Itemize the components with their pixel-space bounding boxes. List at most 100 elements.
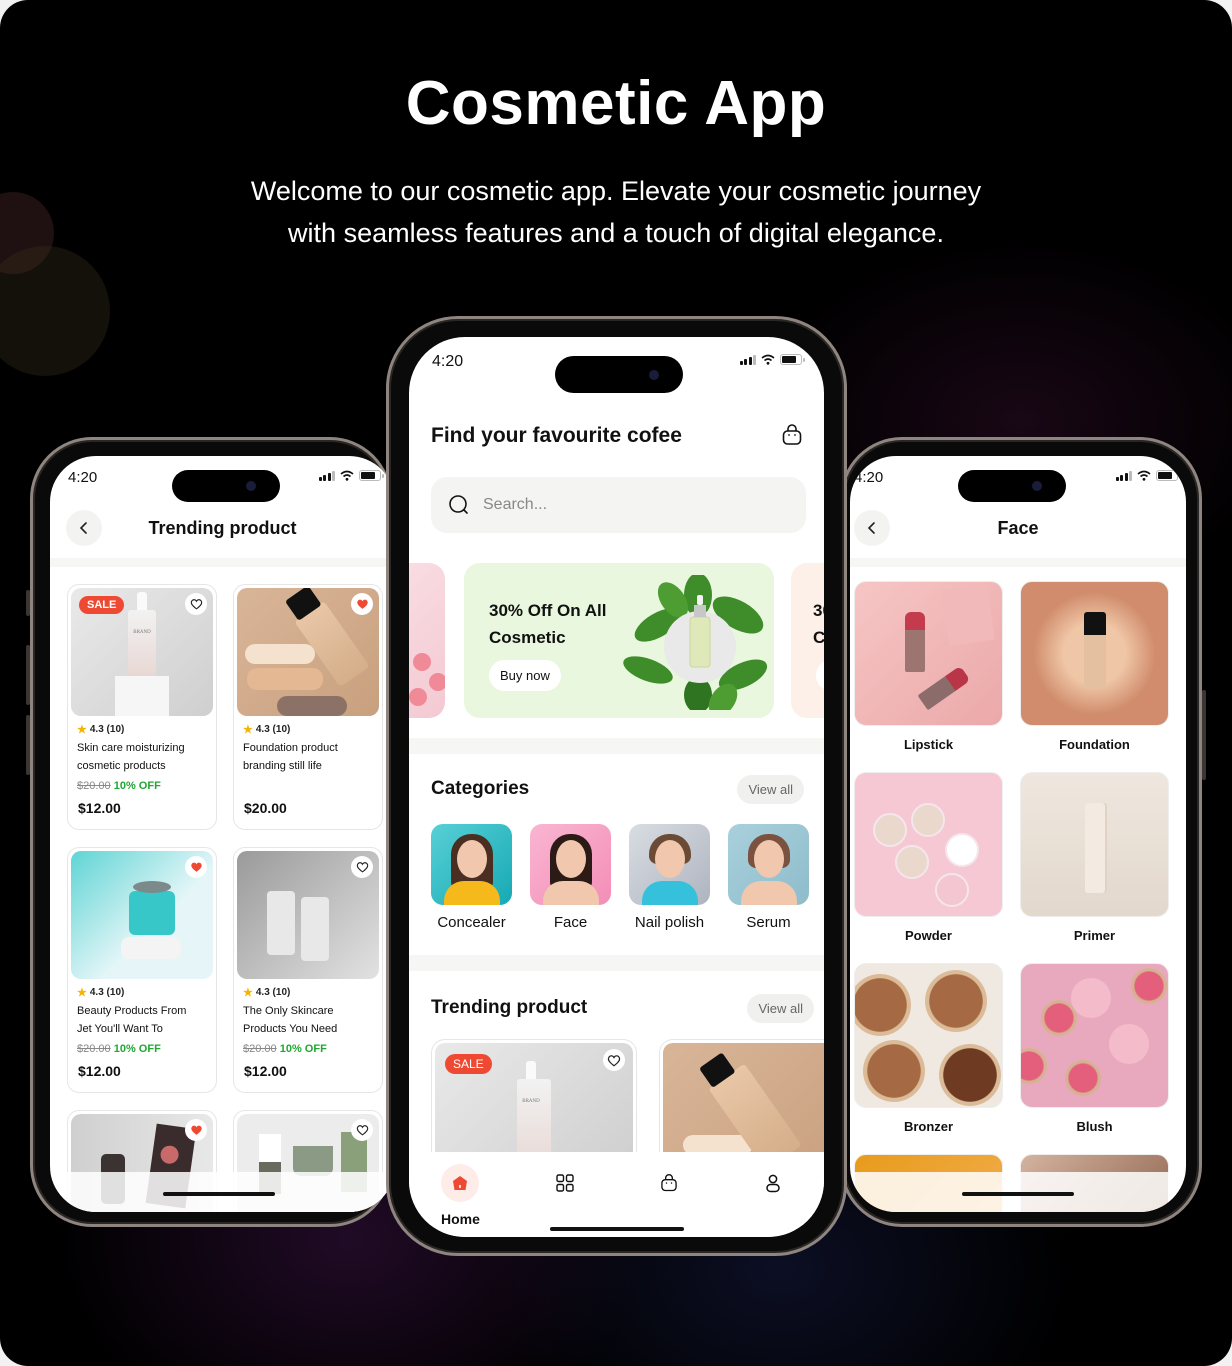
rating-value: 4.3 (10) (89, 987, 125, 998)
promo-product-image (623, 575, 768, 710)
product-name: Foundation product branding still life (243, 739, 379, 775)
category-item[interactable]: Nail polish (629, 824, 710, 931)
category-image (530, 824, 611, 905)
category-image (629, 824, 710, 905)
categories-title: Categories (431, 778, 530, 799)
favorite-button[interactable] (603, 1049, 625, 1071)
promo-banner-next[interactable]: 30 C (791, 563, 824, 718)
wifi-icon (340, 470, 354, 481)
status-icons (739, 354, 805, 365)
phone-home: 4:20 Find your favourite cofee 30% Off O… (386, 316, 847, 1256)
heart-filled-icon (190, 1125, 202, 1135)
tab-home[interactable]: Home (441, 1164, 480, 1227)
showcase-canvas: Cosmetic App Welcome to our cosmetic app… (0, 0, 1232, 1366)
product-image (237, 851, 379, 979)
product-rating: ★ 4.3 (10) (243, 723, 379, 736)
phone-trending-products: 4:20 Trending product SALE (26, 437, 395, 1227)
category-image (728, 824, 809, 905)
status-time: 4:20 (432, 353, 464, 370)
favorite-button[interactable] (351, 593, 373, 615)
product-card[interactable]: ★ 4.3 (10) Beauty Products From Jet You'll… (67, 847, 217, 1093)
promo-title: 30% Off On All Cosmetic (489, 597, 606, 651)
screen: 4:20 Find your favourite cofee 30% Off O… (409, 337, 824, 1237)
wifi-icon (1137, 470, 1151, 481)
heart-outline-icon (607, 1054, 621, 1066)
buy-now-button[interactable]: Buy now (489, 660, 561, 691)
subcategory-item[interactable]: Blush (1020, 963, 1169, 1134)
subcategory-item[interactable]: Lipstick (854, 581, 1003, 752)
hero-title: Cosmetic App (405, 69, 827, 138)
original-price: $20.00 (243, 1043, 277, 1055)
subcategory-label: Bronzer (903, 1119, 954, 1134)
power-button (1202, 690, 1206, 780)
subcategory-image (1020, 581, 1169, 726)
promo-carousel: 30% Off On All Cosmetic Buy now 3 C (409, 563, 824, 718)
page-title: Trending product (148, 517, 297, 538)
subcategory-item[interactable]: Powder (854, 772, 1003, 943)
subcategory-item[interactable]: Foundation (1020, 581, 1169, 752)
categories-view-all-button[interactable]: View all (737, 775, 804, 804)
promo-title: 30 C (813, 597, 824, 651)
product-card[interactable]: SALE ★4.3 (10) Skin care moisturizing cos… (67, 584, 217, 830)
product-card[interactable]: SALE (431, 1039, 637, 1169)
subcategory-label: Blush (1076, 1119, 1113, 1134)
status-time: 4:20 (68, 469, 98, 486)
buy-now-button[interactable] (816, 660, 824, 691)
star-icon: ★ (77, 987, 87, 999)
subcategory-image (1020, 772, 1169, 917)
screen: 4:20 Trending product SALE (50, 456, 395, 1212)
nav-header: Face (850, 508, 1186, 548)
product-card[interactable] (659, 1039, 824, 1169)
trending-title: Trending product (431, 997, 588, 1018)
subcategory-label: Foundation (1059, 737, 1130, 752)
tab-home-highlight (441, 1164, 480, 1202)
home-indicator[interactable] (162, 1192, 275, 1196)
subcategory-label: Lipstick (903, 737, 954, 752)
trending-product-list: SALE (431, 1039, 824, 1169)
back-button[interactable] (854, 510, 890, 546)
product-card[interactable]: ★ 4.3 (10) The Only Skincare Products You … (233, 847, 383, 1093)
product-name-line: Skin care moisturizing (77, 742, 185, 754)
status-icons (318, 470, 384, 481)
favorite-button[interactable] (185, 593, 207, 615)
favorite-button[interactable] (185, 856, 207, 878)
tab-profile[interactable] (754, 1164, 792, 1202)
search-input[interactable] (483, 496, 763, 514)
status-icons (1115, 470, 1181, 481)
phone-face-category: 4:20 Face Lipstick Foundation Powder Pri… (840, 437, 1206, 1227)
home-indicator[interactable] (962, 1192, 1074, 1196)
promo-banner[interactable]: 30% Off On All Cosmetic Buy now (464, 563, 774, 718)
tab-categories[interactable] (546, 1164, 584, 1202)
product-card[interactable]: ★ 4.3 (10) Foundation product branding sti… (233, 584, 383, 830)
battery-icon (1156, 470, 1181, 481)
category-item[interactable]: Face (530, 824, 611, 931)
discount-label: 10% OFF (279, 1043, 327, 1055)
price-discount-row: $20.00 10% OFF (243, 1043, 379, 1059)
battery-icon (780, 354, 805, 365)
back-button[interactable] (66, 510, 102, 546)
shopping-bag-icon[interactable] (780, 423, 804, 447)
search-bar[interactable] (431, 477, 806, 533)
subcategory-image (854, 772, 1003, 917)
home-indicator[interactable] (549, 1227, 684, 1231)
subcategory-item[interactable]: Bronzer (854, 963, 1003, 1134)
rating-value: 4.3 (10) (255, 724, 291, 735)
category-item[interactable]: Concealer (431, 824, 512, 931)
favorite-button[interactable] (351, 1119, 373, 1141)
star-icon: ★ (77, 724, 87, 736)
dynamic-island (172, 470, 280, 502)
sale-badge: SALE (79, 596, 125, 614)
category-item[interactable]: Serum (728, 824, 809, 931)
hero-subtitle-line: Welcome to our cosmetic app. Elevate you… (250, 176, 982, 206)
tab-cart[interactable] (650, 1164, 688, 1202)
promo-banner-previous[interactable] (409, 563, 445, 718)
product-image (663, 1043, 824, 1167)
subcategory-grid: Lipstick Foundation Powder Primer Bronze… (854, 581, 1174, 1212)
trending-view-all-button[interactable]: View all (747, 994, 814, 1023)
volume-down-button (26, 715, 30, 775)
category-list: Concealer Face Nail polish Serum (431, 824, 809, 931)
rating-value: 4.3 (10) (89, 724, 125, 735)
favorite-button[interactable] (351, 856, 373, 878)
favorite-button[interactable] (185, 1119, 207, 1141)
subcategory-item[interactable]: Primer (1020, 772, 1169, 943)
